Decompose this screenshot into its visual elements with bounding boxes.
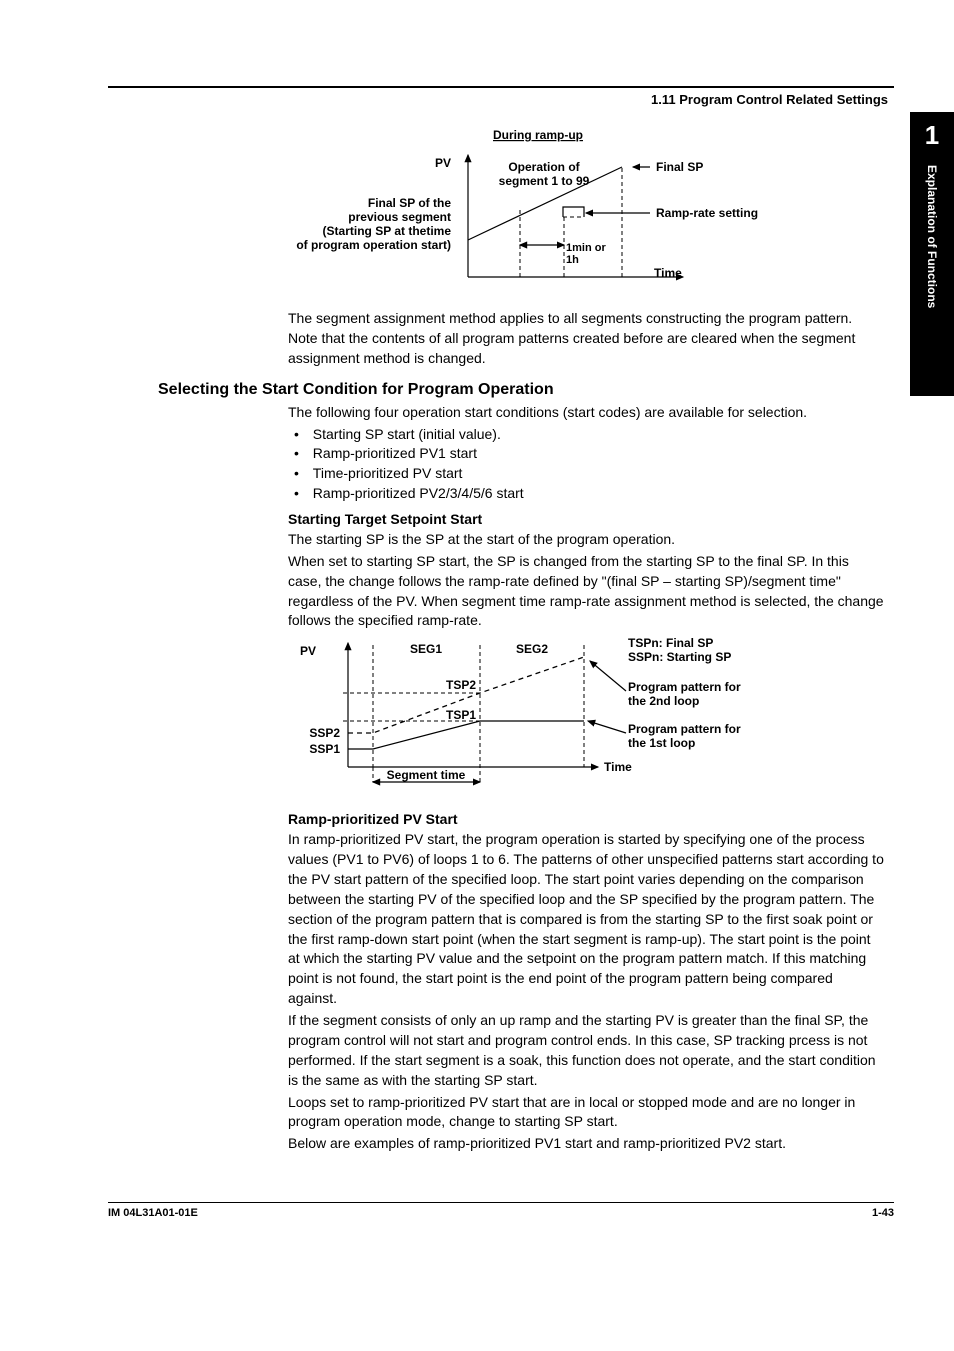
para-7: Loops set to ramp-prioritized PV start t… [288,1093,884,1133]
ssp2: SSP2 [309,726,340,740]
left2: previous segment [348,210,451,224]
left3: (Starting SP at thetime [323,224,452,238]
para-2: The following four operation start condi… [288,403,884,423]
ramp-up-svg: During ramp-up PV Operation of segment 1… [268,125,808,290]
subhead-starting-sp: Starting Target Setpoint Start [288,510,884,530]
footer: IM 04L31A01-01E 1-43 [108,1202,894,1219]
finalsp: Final SP [656,160,703,174]
para-6: If the segment consists of only an up ra… [288,1011,884,1091]
bullet-item: Starting SP start (initial value). [288,425,884,445]
pv-label: PV [435,156,451,170]
tspn: TSPn: Final SP [628,637,713,650]
para-3: The starting SP is the SP at the start o… [288,530,884,550]
bullet-item: Time-prioritized PV start [288,464,884,484]
op1: Operation of [508,160,580,174]
during-label: During ramp-up [493,128,583,142]
ramprate: Ramp-rate setting [656,206,758,220]
bullet-item: Ramp-prioritized PV2/3/4/5/6 start [288,484,884,504]
footer-doc-id: IM 04L31A01-01E [108,1207,198,1219]
left4: of program operation start) [296,238,451,252]
tsp1: TSP1 [446,708,476,722]
figure-seg: PV SEG1 SEG2 TSPn: Final SP SSPn: Starti… [288,637,894,802]
chapter-title: Explanation of Functions [925,165,939,308]
left1: Final SP of the [368,196,451,210]
p2a: Program pattern for [628,680,741,694]
para-1: The segment assignment method applies to… [288,309,884,369]
seg-svg: PV SEG1 SEG2 TSPn: Final SP SSPn: Starti… [288,637,848,797]
ssp1: SSP1 [309,742,340,756]
subhead-ramp-pv: Ramp-prioritized PV Start [288,810,884,830]
header-section: 1.11 Program Control Related Settings [108,90,894,107]
para-8: Below are examples of ramp-prioritized P… [288,1134,884,1154]
chapter-tab: 1 Explanation of Functions [910,112,954,396]
heading-start-condition: Selecting the Start Condition for Progra… [158,381,894,399]
tu1: 1min or [566,242,606,254]
para-5: In ramp-prioritized PV start, the progra… [288,830,884,1009]
bullet-list: Starting SP start (initial value). Ramp-… [288,425,884,505]
content: During ramp-up PV Operation of segment 1… [108,125,894,1154]
time-label: Time [654,266,682,280]
pv2: PV [300,644,316,658]
time2: Time [604,760,632,774]
para-4: When set to starting SP start, the SP is… [288,552,884,632]
seg2: SEG2 [516,642,548,656]
header-rule [108,86,894,88]
op2: segment 1 to 99 [499,174,590,188]
sspn: SSPn: Starting SP [628,650,731,664]
page: 1.11 Program Control Related Settings 1 … [0,0,954,1351]
p2b: the 2nd loop [628,694,699,708]
tu2: 1h [566,254,579,266]
footer-page-num: 1-43 [872,1207,894,1219]
bullet-item: Ramp-prioritized PV1 start [288,444,884,464]
chapter-number: 1 [910,112,954,151]
p1a: Program pattern for [628,722,741,736]
p1b: the 1st loop [628,736,695,750]
figure-ramp-up: During ramp-up PV Operation of segment 1… [268,125,894,295]
tsp2: TSP2 [446,678,476,692]
segtime: Segment time [387,768,466,782]
seg1: SEG1 [410,642,442,656]
